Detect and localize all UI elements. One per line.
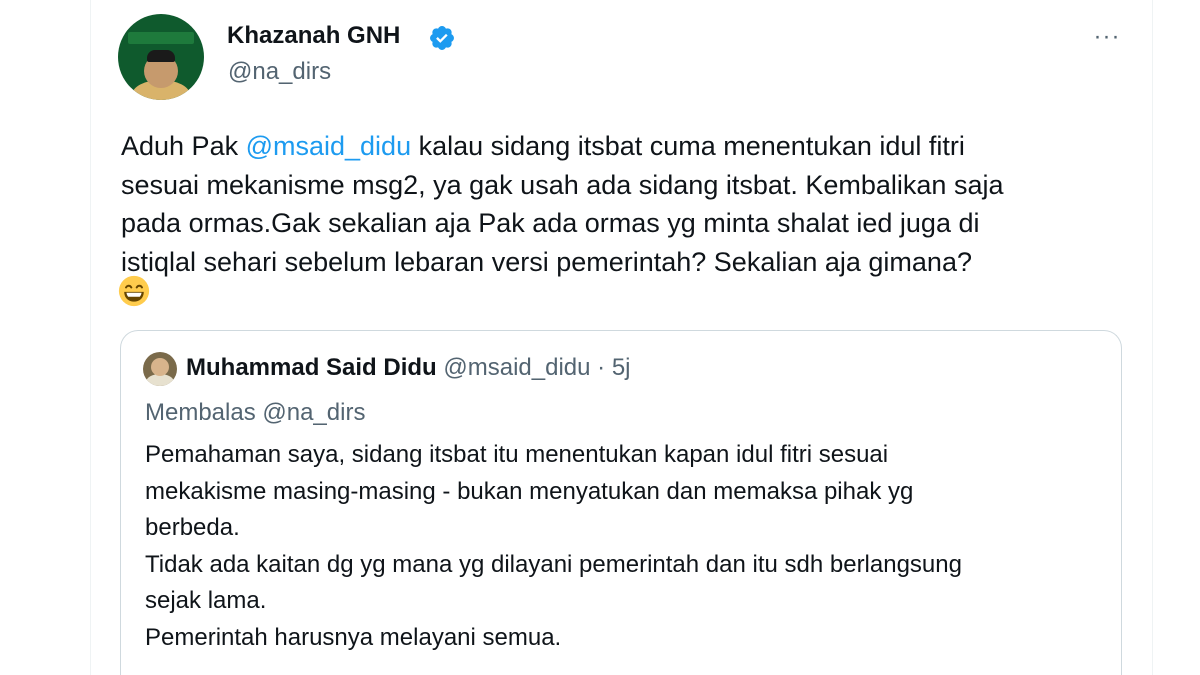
tweet-line: Aduh Pak @msaid_didu kalau sidang itsbat… <box>121 131 965 161</box>
author-display-name[interactable]: Khazanah GNH <box>227 22 400 50</box>
tweet-line: sesuai mekanisme msg2, ya gak usah ada s… <box>121 169 1004 200</box>
tweet-line: istiqlal sehari sebelum lebaran versi pe… <box>121 246 972 277</box>
quoted-author-avatar[interactable] <box>143 352 177 386</box>
quoted-line: berbeda. <box>145 514 240 541</box>
quoted-line: sejak lama. <box>145 587 267 614</box>
quoted-timestamp[interactable]: 5j <box>612 354 631 381</box>
author-avatar[interactable] <box>118 14 204 100</box>
verified-badge-icon <box>430 26 454 50</box>
quoted-line: Tidak ada kaitan dg yg mana yg dilayani … <box>145 550 962 578</box>
quoted-separator: · <box>597 354 606 381</box>
author-handle[interactable]: @na_dirs <box>228 58 331 86</box>
grinning-face-emoji-icon <box>118 275 150 307</box>
quoted-line: Pemerintah harusnya melayani semua. <box>145 623 562 651</box>
quoted-tweet-text: Pemahaman saya, sidang itsbat itu menent… <box>145 437 1105 656</box>
quoted-avatar-face <box>151 358 169 376</box>
tweet-line: pada ormas.Gak sekalian aja Pak ada orma… <box>121 208 980 238</box>
quoted-line: mekakisme masing-masing - bukan menyatuk… <box>145 477 914 505</box>
quoted-display-name[interactable]: Muhammad Said Didu <box>186 354 437 381</box>
avatar-person-cap <box>147 50 175 62</box>
quoted-header: Muhammad Said Didu @msaid_didu · 5j <box>186 354 631 382</box>
tweet-text: Aduh Pak @msaid_didu kalau sidang itsbat… <box>121 127 1131 281</box>
quoted-handle[interactable]: @msaid_didu <box>443 354 590 381</box>
replying-to-label: Membalas @na_dirs <box>145 399 366 426</box>
mention-link[interactable]: @msaid_didu <box>246 131 412 161</box>
avatar-banner-strip <box>128 32 194 44</box>
quoted-line: Pemahaman saya, sidang itsbat itu menent… <box>145 441 889 468</box>
more-options-icon[interactable]: ··· <box>1090 22 1124 52</box>
